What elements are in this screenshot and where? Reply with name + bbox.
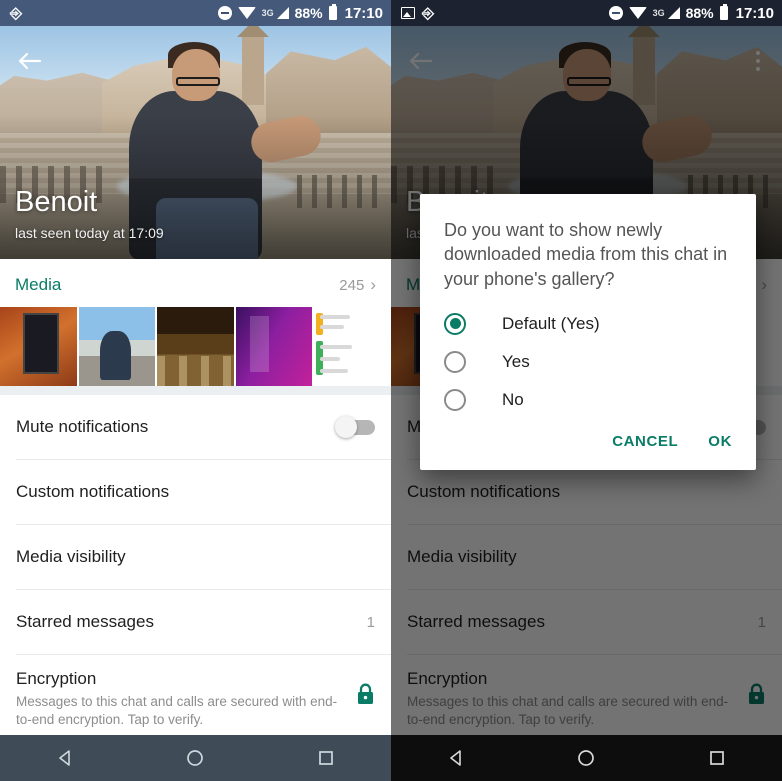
row-label: Custom notifications — [16, 482, 169, 502]
status-bar-right: ⎆ 3G 88% 17:10 — [391, 0, 782, 26]
clock-label: 17:10 — [736, 5, 774, 22]
row-label: Starred messages — [16, 612, 154, 632]
starred-count-label: 1 — [367, 614, 375, 631]
media-card-left: Media 245 › — [0, 259, 391, 386]
media-visibility-dialog: Do you want to show newly downloaded med… — [420, 194, 756, 470]
back-arrow-icon[interactable] — [16, 48, 42, 74]
status-bar-right-icons: 3G 88% 17:10 — [218, 5, 383, 22]
profile-header-left: Benoit last seen today at 17:09 — [0, 26, 391, 259]
status-bar-left-icons: ⎆ — [401, 5, 433, 22]
chevron-right-icon: › — [370, 275, 376, 295]
wifi-icon — [238, 7, 256, 19]
clock-label: 17:10 — [345, 5, 383, 22]
network-type-label: 3G — [262, 8, 274, 18]
row-label: Mute notifications — [16, 417, 148, 437]
signal-icon — [277, 7, 289, 19]
dual-screenshot-stage: ⎆ 3G 88% 17:10 — [0, 0, 782, 781]
nav-recents-icon[interactable] — [695, 736, 739, 780]
dialog-actions: CANCEL OK — [420, 419, 756, 466]
row-starred-messages[interactable]: Starred messages 1 — [0, 590, 391, 654]
cancel-button[interactable]: CANCEL — [612, 433, 678, 450]
encryption-texts: Encryption Messages to this chat and cal… — [16, 669, 356, 729]
media-thumb-1[interactable] — [0, 307, 77, 386]
row-media-visibility[interactable]: Media visibility — [0, 525, 391, 589]
battery-icon — [329, 6, 337, 20]
signal-icon — [668, 7, 680, 19]
section-gap — [0, 386, 391, 395]
nfc-icon: ⎆ — [422, 5, 433, 22]
last-seen-label: last seen today at 17:09 — [15, 225, 164, 241]
nav-recents-icon[interactable] — [304, 736, 348, 780]
dialog-title: Do you want to show newly downloaded med… — [420, 218, 756, 305]
mute-notifications-toggle[interactable] — [337, 420, 375, 435]
radio-button-default[interactable] — [444, 313, 466, 335]
settings-list-left: Mute notifications Custom notifications … — [0, 395, 391, 745]
nav-home-icon[interactable] — [564, 736, 608, 780]
row-mute-notifications[interactable]: Mute notifications — [0, 395, 391, 459]
radio-button-yes[interactable] — [444, 351, 466, 373]
encryption-description: Messages to this chat and calls are secu… — [16, 693, 342, 729]
nav-back-icon[interactable] — [434, 736, 478, 780]
media-thumb-3[interactable] — [157, 307, 234, 386]
android-navbar-right — [391, 735, 782, 781]
do-not-disturb-icon — [609, 6, 623, 20]
dialog-option-label: Yes — [502, 352, 530, 372]
row-label: Media visibility — [16, 547, 126, 567]
media-count-label: 245 — [339, 277, 364, 294]
encryption-title: Encryption — [16, 669, 342, 689]
android-navbar-left — [0, 735, 391, 781]
media-thumb-2[interactable] — [79, 307, 156, 386]
radio-button-no[interactable] — [444, 389, 466, 411]
dialog-option-default[interactable]: Default (Yes) — [420, 305, 756, 343]
row-custom-notifications[interactable]: Custom notifications — [0, 460, 391, 524]
network-type-label: 3G — [653, 8, 665, 18]
battery-icon — [720, 6, 728, 20]
battery-percent-label: 88% — [295, 5, 323, 21]
left-screen: ⎆ 3G 88% 17:10 — [0, 0, 391, 781]
right-screen: ⎆ 3G 88% 17:10 — [391, 0, 782, 781]
battery-percent-label: 88% — [686, 5, 714, 21]
lock-icon — [356, 683, 375, 710]
wifi-icon — [629, 7, 647, 19]
row-encryption[interactable]: Encryption Messages to this chat and cal… — [0, 655, 391, 745]
status-bar-right-icons: 3G 88% 17:10 — [609, 5, 774, 22]
status-bar-left-icons: ⎆ — [10, 5, 21, 22]
dialog-option-label: Default (Yes) — [502, 314, 600, 334]
status-bar-left: ⎆ 3G 88% 17:10 — [0, 0, 391, 26]
nfc-icon: ⎆ — [10, 5, 21, 22]
ok-button[interactable]: OK — [708, 433, 732, 450]
nav-home-icon[interactable] — [173, 736, 217, 780]
dialog-option-yes[interactable]: Yes — [420, 343, 756, 381]
media-thumb-4[interactable] — [236, 307, 313, 386]
page-title: Benoit — [15, 186, 97, 219]
dialog-option-label: No — [502, 390, 524, 410]
nav-back-icon[interactable] — [43, 736, 87, 780]
media-section-header[interactable]: Media 245 › — [0, 259, 391, 307]
image-icon — [401, 7, 415, 19]
media-thumbnail-row — [0, 307, 391, 386]
media-thumb-5[interactable] — [314, 307, 391, 386]
do-not-disturb-icon — [218, 6, 232, 20]
dialog-option-no[interactable]: No — [420, 381, 756, 419]
media-title-label: Media — [15, 275, 61, 295]
